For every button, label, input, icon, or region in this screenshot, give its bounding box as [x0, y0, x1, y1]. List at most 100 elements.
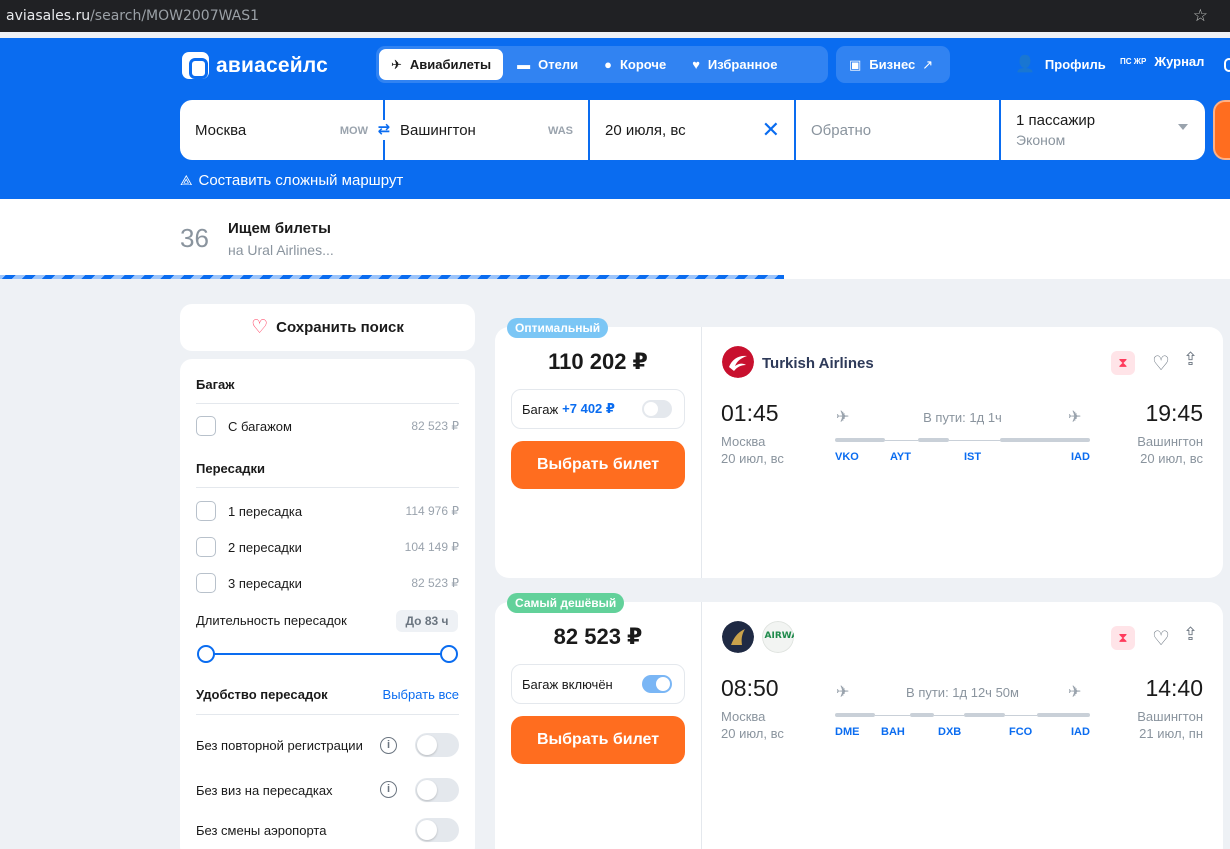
turkish-airlines-logo [722, 346, 754, 378]
baggage-toggle[interactable] [642, 400, 672, 418]
progress-count: 36 [180, 223, 209, 253]
site-header: авиасейлс ✈ Авиабилеты ▬ Отели ● Короче ♥ Из… [0, 38, 1230, 199]
return-date-field[interactable]: Обратно [796, 100, 999, 160]
favorite-heart-icon[interactable]: ♡ [1152, 626, 1170, 651]
filter-transfer-3[interactable]: 3 пересадки 82 523 ₽ [196, 572, 459, 594]
duration-slider-max-handle[interactable] [440, 645, 458, 663]
filter-transfer-1[interactable]: 1 пересадка 114 976 ₽ [196, 500, 459, 522]
complex-route-link[interactable]: ⟁ Составить сложный маршрут [180, 172, 403, 189]
arrival-time: 14:40 [1145, 675, 1203, 701]
journal-link[interactable]: ПС ЖР Журнал [1120, 54, 1204, 69]
duration-slider-min-handle[interactable] [197, 645, 215, 663]
share-icon[interactable]: ⇪ [1183, 624, 1198, 645]
checkbox[interactable] [196, 573, 216, 593]
divider [196, 403, 459, 404]
heart-outline-icon: ♡ [251, 317, 269, 338]
arrival-info: Вашингтон 20 июл, вс [1137, 434, 1203, 466]
baggage-title: Багаж [196, 377, 235, 392]
select-all-link[interactable]: Выбрать все [383, 687, 459, 702]
filter-transfer-2[interactable]: 2 пересадки 104 149 ₽ [196, 536, 459, 558]
filter-baggage[interactable]: С багажом 82 523 ₽ [196, 415, 459, 437]
swap-icon[interactable]: ⇄ [372, 120, 396, 140]
departure-info: Москва 20 июл, вс [721, 709, 784, 741]
heart-icon: ♥ [692, 57, 700, 72]
badge-optimal: Оптимальный [507, 318, 609, 338]
tab-flights[interactable]: ✈ Авиабилеты [379, 49, 504, 80]
tab-hotels[interactable]: ▬ Отели [505, 49, 590, 80]
route-icon: ⟁ [180, 172, 193, 188]
route-timeline [835, 713, 1090, 717]
bed-icon: ▬ [517, 57, 531, 72]
comfort-title: Удобство пересадок [196, 687, 328, 702]
toggle-no-visa[interactable] [415, 778, 459, 802]
browser-url-bar[interactable]: aviasales.ru/search/MOW2007WAS1 ☆ [0, 0, 1230, 32]
baggage-option[interactable]: Багаж включён [511, 664, 685, 704]
airline-name: Turkish Airlines [762, 355, 874, 372]
journal-icon: ПС ЖР [1120, 56, 1147, 66]
divider [196, 714, 459, 715]
departure-date-field[interactable]: 20 июля, вс ✕ [590, 100, 794, 160]
external-arrow-icon: ↗ [922, 56, 934, 72]
plane-icon: ✈ [391, 56, 402, 72]
select-ticket-button[interactable]: Выбрать билет [511, 716, 685, 764]
transfer-duration-label: Длительность пересадок [196, 613, 347, 628]
checkbox[interactable] [196, 501, 216, 521]
support-icon[interactable] [1224, 58, 1230, 72]
ticket-card[interactable]: 110 202 ₽ Багаж +7 402 ₽ Выбрать билет Tu… [495, 327, 1223, 578]
ita-airways-logo: ITA AIRWAYS [762, 621, 794, 653]
select-ticket-button[interactable]: Выбрать билет [511, 441, 685, 489]
favorite-heart-icon[interactable]: ♡ [1152, 351, 1170, 376]
ticket-price: 110 202 ₽ [548, 349, 648, 374]
baggage-toggle[interactable] [642, 675, 672, 693]
hourglass-icon: ⧗ [1111, 626, 1135, 650]
find-tickets-button[interactable] [1213, 100, 1230, 160]
checkbox[interactable] [196, 537, 216, 557]
gulf-air-logo [722, 621, 754, 653]
divider [701, 602, 702, 849]
arrival-info: Вашингтон 21 июл, пн [1137, 709, 1203, 741]
departure-time: 08:50 [721, 675, 779, 701]
filter-no-visa: Без виз на пересадках i [196, 778, 459, 802]
ticket-price: 82 523 ₽ [553, 624, 643, 649]
departure-info: Москва 20 июл, вс [721, 434, 784, 466]
progress-title: Ищем билеты [228, 220, 331, 237]
tab-business[interactable]: ▣ Бизнес ↗ [836, 46, 950, 83]
clear-icon[interactable]: ✕ [762, 117, 780, 143]
filters-panel: Багаж С багажом 82 523 ₽ Пересадки 1 пер… [180, 359, 475, 849]
bookmark-star-icon[interactable]: ☆ [1193, 6, 1208, 26]
search-progress: 36 Ищем билеты на Ural Airlines... [0, 199, 1230, 279]
info-icon[interactable]: i [380, 737, 397, 754]
user-icon: 👤 [1015, 56, 1035, 73]
profile-link[interactable]: 👤 Профиль [1015, 54, 1106, 74]
baggage-option[interactable]: Багаж +7 402 ₽ [511, 389, 685, 429]
badge-cheapest: Самый дешёвый [507, 593, 625, 613]
origin-field[interactable]: Москва MOW [180, 100, 383, 160]
site-logo[interactable]: авиасейлс [182, 52, 328, 79]
destination-field[interactable]: Вашингтон WAS [385, 100, 588, 160]
flight-duration: В пути: 1д 12ч 50м [906, 685, 1019, 700]
share-icon[interactable]: ⇪ [1183, 349, 1198, 370]
progress-bar [0, 275, 784, 279]
passengers-field[interactable]: 1 пассажир Эконом [1001, 100, 1205, 160]
arrival-time: 19:45 [1145, 400, 1203, 426]
info-icon[interactable]: i [380, 781, 397, 798]
pin-icon: ● [604, 57, 612, 72]
tab-favorites[interactable]: ♥ Избранное [680, 49, 789, 80]
duration-slider-track[interactable] [206, 653, 449, 655]
departure-time: 01:45 [721, 400, 779, 426]
logo-icon [182, 52, 209, 79]
checkbox[interactable] [196, 416, 216, 436]
ticket-card[interactable]: 82 523 ₽ Багаж включён Выбрать билет ITA… [495, 602, 1223, 849]
chevron-down-icon [1178, 124, 1188, 130]
save-search-button[interactable]: ♡ Сохранить поиск [180, 304, 475, 351]
filter-no-recheck: Без повторной регистрации i [196, 728, 459, 762]
flight-duration: В пути: 1д 1ч [923, 410, 1002, 425]
route-timeline [835, 438, 1090, 442]
toggle-no-airport-change[interactable] [415, 818, 459, 842]
filter-no-airport-change: Без смены аэропорта [196, 818, 459, 842]
toggle-no-recheck[interactable] [415, 733, 459, 757]
ita-logo-text: ITA AIRWAYS [762, 631, 794, 641]
url-text[interactable]: aviasales.ru/search/MOW2007WAS1 [6, 8, 259, 24]
progress-subtitle: на Ural Airlines... [228, 242, 334, 258]
tab-short[interactable]: ● Короче [592, 49, 678, 80]
